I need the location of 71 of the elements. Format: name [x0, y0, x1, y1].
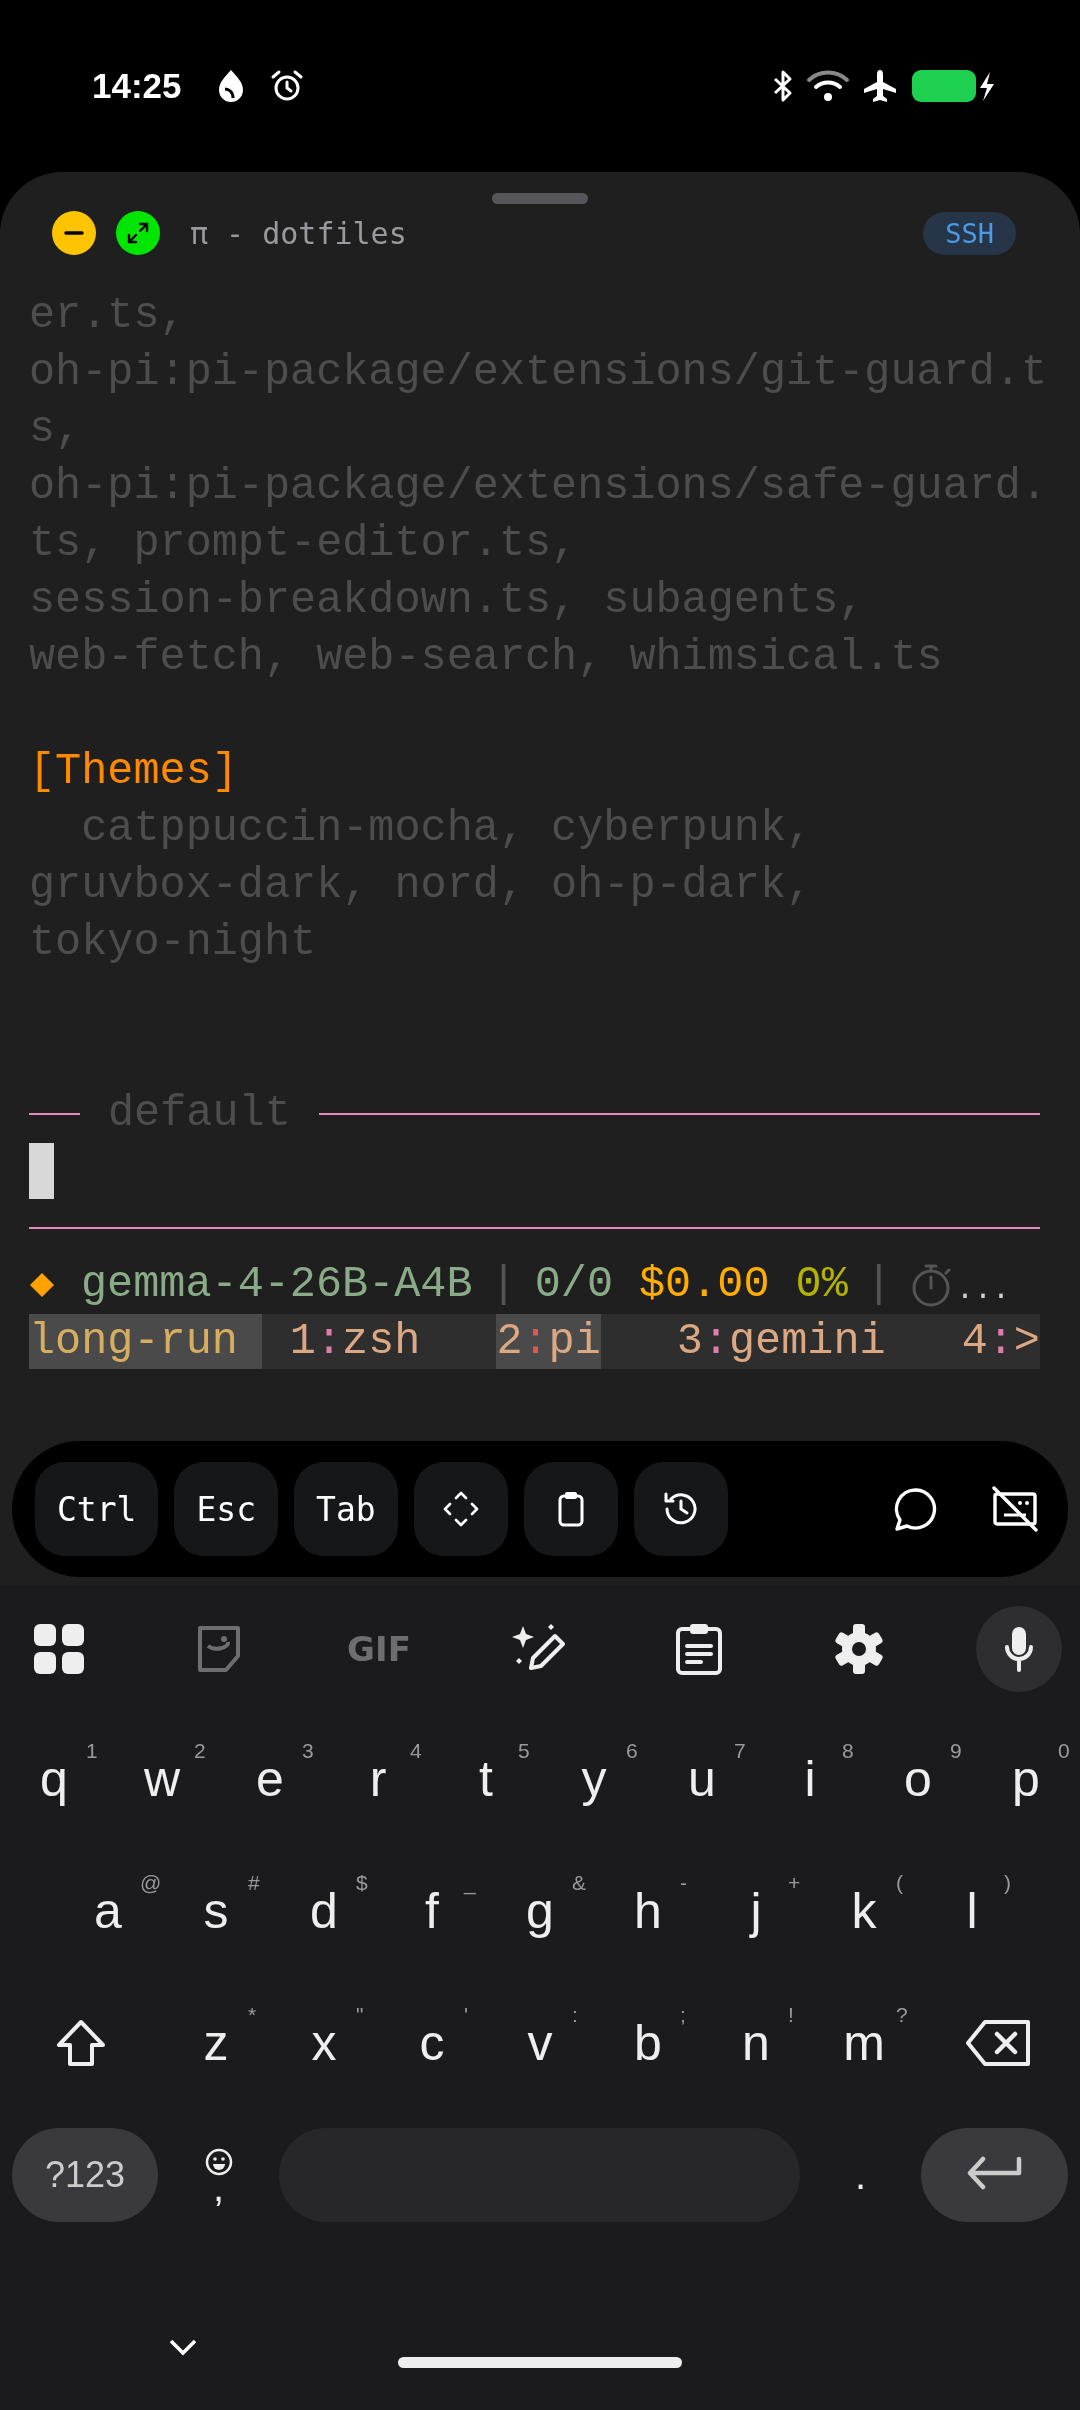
key-button[interactable]: u 7 — [648, 1719, 756, 1839]
symbols-key[interactable]: ?123 — [12, 2128, 158, 2222]
expand-icon — [126, 221, 150, 245]
separator: | — [865, 1260, 892, 1309]
section-heading: [Themes] — [29, 746, 239, 798]
key-button[interactable]: s # — [162, 1851, 270, 1971]
emoji-comma-key[interactable]: , — [158, 2128, 279, 2222]
window-tab[interactable]: 4:> — [961, 1314, 1040, 1369]
key-button[interactable]: c ' — [378, 1983, 486, 2103]
key-button[interactable]: h - — [594, 1851, 702, 1971]
grid-icon[interactable] — [32, 1622, 86, 1676]
key-button[interactable]: g & — [486, 1851, 594, 1971]
key-button[interactable]: p 0 — [972, 1719, 1080, 1839]
bluetooth-icon — [772, 69, 794, 103]
key-button[interactable]: b ; — [594, 1983, 702, 2103]
cost-value: $0.00 — [639, 1260, 770, 1309]
key-button[interactable]: j + — [702, 1851, 810, 1971]
session-name: long-run — [29, 1314, 262, 1369]
drag-handle[interactable] — [492, 193, 588, 204]
token-count: 0/0 — [534, 1260, 613, 1309]
key-button[interactable]: y 6 — [540, 1719, 648, 1839]
minus-icon — [64, 231, 84, 235]
diamond-icon — [29, 1271, 55, 1298]
key-button[interactable]: t 5 — [432, 1719, 540, 1839]
chevron-down-icon[interactable] — [168, 2337, 198, 2357]
key-button[interactable]: w 2 — [108, 1719, 216, 1839]
key-button[interactable]: r 4 — [324, 1719, 432, 1839]
key-button[interactable]: o 9 — [864, 1719, 972, 1839]
key-button[interactable]: a @ — [54, 1851, 162, 1971]
key-button[interactable]: n ! — [702, 1983, 810, 2103]
wifi-icon — [806, 69, 850, 103]
text-cursor — [29, 1142, 54, 1199]
key-button[interactable]: f _ — [378, 1851, 486, 1971]
minimize-button[interactable] — [52, 211, 96, 255]
key-button[interactable]: x " — [270, 1983, 378, 2103]
smiley-icon — [203, 2147, 234, 2177]
model-name: gemma-4-26B-A4B — [81, 1260, 473, 1309]
paste-button[interactable] — [523, 1462, 618, 1556]
backspace-icon — [965, 2019, 1033, 2067]
key-button[interactable]: z * — [162, 1983, 270, 2103]
window-title: π - dotfiles — [190, 215, 407, 251]
clock-time: 14:25 — [92, 66, 182, 106]
window-tab[interactable]: 2:pi — [496, 1314, 601, 1369]
key-button[interactable]: Esc — [174, 1462, 279, 1556]
key-button[interactable]: i 8 — [756, 1719, 864, 1839]
separator: | — [490, 1260, 517, 1309]
key-button[interactable]: v : — [486, 1983, 594, 2103]
key-button[interactable]: q 1 — [0, 1719, 108, 1839]
period-key[interactable]: . — [800, 2128, 921, 2222]
expand-button[interactable] — [116, 211, 160, 255]
shift-arrow-icon — [56, 2019, 106, 2067]
key-button[interactable]: Tab — [294, 1462, 398, 1556]
clipboard-list-icon[interactable] — [675, 1622, 723, 1676]
window-tab[interactable]: 3:gemini — [676, 1314, 886, 1369]
window-tab[interactable]: 1:zsh — [289, 1314, 421, 1369]
key-button[interactable]: d $ — [270, 1851, 378, 1971]
ssh-badge: SSH — [923, 211, 1016, 255]
keyboard-off-icon[interactable] — [990, 1484, 1040, 1534]
airplane-icon — [862, 68, 898, 104]
key-button[interactable]: Ctrl — [35, 1462, 159, 1556]
overflow-text: ... — [955, 1273, 1010, 1307]
arrows-button[interactable] — [413, 1462, 508, 1556]
key-button[interactable]: m ? — [810, 1983, 918, 2103]
history-button[interactable] — [633, 1462, 728, 1556]
context-percent: 0% — [795, 1260, 848, 1309]
settings-icon[interactable] — [832, 1622, 886, 1676]
key-button[interactable]: e 3 — [216, 1719, 324, 1839]
key-button[interactable]: l ) — [918, 1851, 1026, 1971]
alarm-icon — [269, 69, 304, 103]
microphone-icon — [1004, 1625, 1034, 1673]
key-button[interactable]: k ( — [810, 1851, 918, 1971]
